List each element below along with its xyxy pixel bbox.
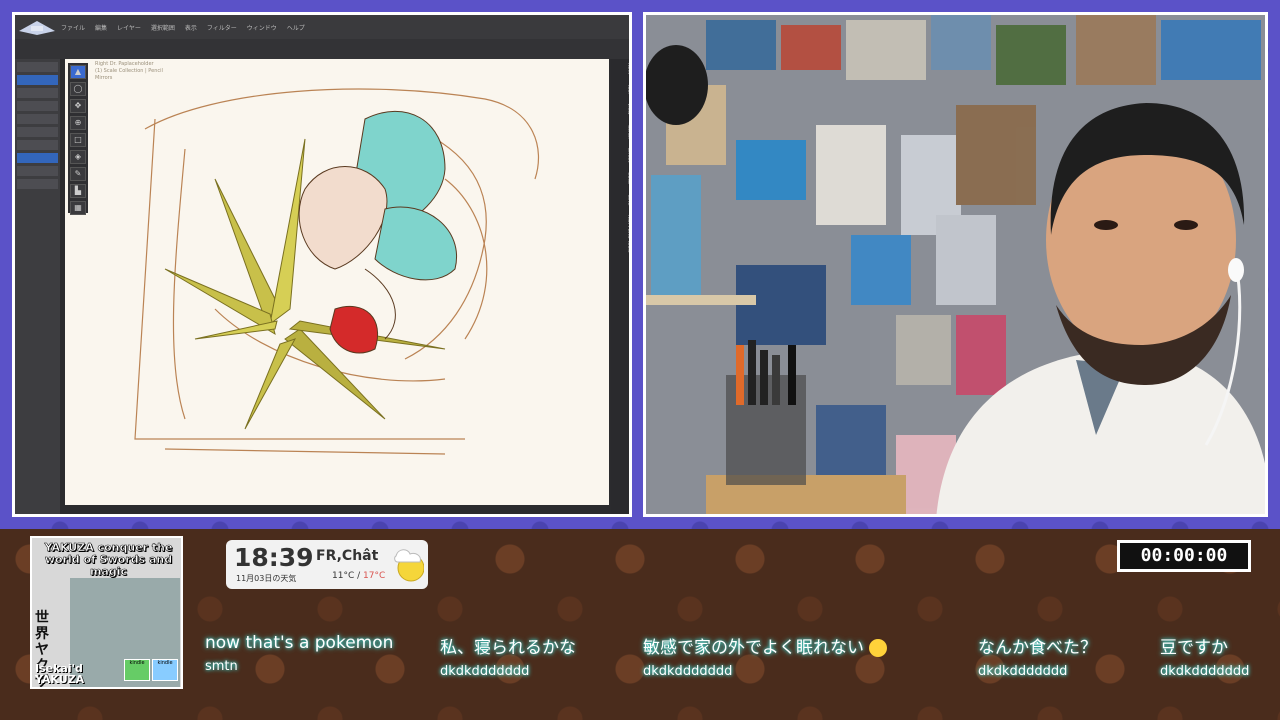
pen-tool[interactable]: ✎ xyxy=(70,167,86,181)
marker-cup xyxy=(726,340,806,485)
chat-user: dkdkddddddd xyxy=(440,664,530,679)
layer-row[interactable] xyxy=(17,114,58,124)
layer-row[interactable] xyxy=(17,88,58,98)
chat-text: now that's a pokemon xyxy=(205,633,394,653)
book-cover: YAKUZA conquer the world of Swords and m… xyxy=(30,536,183,689)
temp-separator: / xyxy=(357,571,361,581)
layer-row[interactable] xyxy=(17,101,58,111)
tool-palette: ▲ ◯ ✥ ⊕ □ ◈ ✎ ▙ ▦ xyxy=(68,63,88,215)
sketch-drawing xyxy=(134,88,540,455)
chat-text-row: 敏感で家の外でよく眠れない xyxy=(643,633,888,658)
cloudy-moon-icon xyxy=(394,549,424,582)
weather-city: FR,Chât xyxy=(316,548,379,564)
frame-tool[interactable]: □ xyxy=(70,133,86,147)
kindle-badge: kindle xyxy=(124,659,150,681)
temp-high: 17°C xyxy=(363,571,386,581)
menu-window[interactable]: ウィンドウ xyxy=(247,23,277,32)
cover-title: YAKUZA conquer the world of Swords and m… xyxy=(44,541,173,578)
weather-date: 11月03日の天気 xyxy=(236,574,297,583)
clock-time: 18:39 xyxy=(234,543,314,572)
menu-file[interactable]: ファイル xyxy=(61,23,85,32)
layer-row[interactable] xyxy=(17,179,58,189)
lasso-tool[interactable]: ◯ xyxy=(70,82,86,96)
move-tool[interactable]: ✥ xyxy=(70,99,86,113)
clock-weather-widget: 18:39 FR,Chât 11月03日の天気 11°C / 17°C xyxy=(226,540,428,589)
chat-text: なんか食べた？ xyxy=(978,638,1097,658)
fill-tool[interactable]: ▙ xyxy=(70,184,86,198)
chat-message: 豆ですか dkdkddddddd xyxy=(1160,633,1249,693)
menu-layer[interactable]: レイヤー xyxy=(117,23,141,32)
chat-text: 豆ですか xyxy=(1160,638,1228,658)
chat-user: smtn xyxy=(205,659,238,674)
layer-row-selected[interactable] xyxy=(17,153,58,163)
weather-temps: 11°C / 17°C xyxy=(332,571,385,581)
cover-subtitle-line: YAKUZA xyxy=(35,673,85,686)
gradient-tool[interactable]: ▦ xyxy=(70,201,86,215)
eyedropper-tool[interactable]: ◈ xyxy=(70,150,86,164)
chat-message: 私、寝られるかな dkdkddddddd xyxy=(440,633,576,693)
kindle-badge: kindle xyxy=(152,659,178,681)
app-menubar: ファイル 編集 レイヤー 選択範囲 表示 フィルター ウィンドウ ヘルプ xyxy=(15,15,629,39)
temp-low: 11°C xyxy=(332,571,355,581)
layer-row[interactable] xyxy=(17,62,58,72)
menu-filter[interactable]: フィルター xyxy=(207,23,237,32)
app-toolbar xyxy=(15,39,629,59)
layer-row[interactable] xyxy=(17,127,58,137)
chat-user: dkdkddddddd xyxy=(1160,664,1250,679)
menu-help[interactable]: ヘルプ xyxy=(287,23,305,32)
chat-user: dkdkddddddd xyxy=(978,664,1068,679)
tab-item[interactable]: Item xyxy=(626,63,629,74)
chat-user: dkdkddddddd xyxy=(643,664,733,679)
tab-view[interactable]: View xyxy=(626,103,629,115)
layer-row-selected[interactable] xyxy=(17,75,58,85)
chat-text: 私、寝られるかな xyxy=(440,638,576,658)
chat-message: なんか食べた？ dkdkddddddd xyxy=(978,633,1097,693)
tab-tool[interactable]: Tool xyxy=(626,84,629,94)
right-side-tabs: Item Tool View Scroll Effect Color Line … xyxy=(611,59,629,514)
chat-message: 敏感で家の外でよく眠れない dkdkddddddd xyxy=(643,633,888,693)
chat-text: 敏感で家の外でよく眠れない xyxy=(643,638,864,658)
timer-value: 00:00:00 xyxy=(1120,543,1248,569)
layer-row[interactable] xyxy=(17,166,58,176)
stream-timer: 00:00:00 xyxy=(1117,540,1251,572)
tab-color[interactable]: Color xyxy=(626,172,629,185)
zoom-tool[interactable]: ⊕ xyxy=(70,116,86,130)
layer-row[interactable] xyxy=(17,140,58,150)
select-tool[interactable]: ▲ xyxy=(70,65,86,79)
screen-share-panel: ファイル 編集 レイヤー 選択範囲 表示 フィルター ウィンドウ ヘルプ Rig… xyxy=(12,12,632,517)
menu-select[interactable]: 選択範囲 xyxy=(151,23,175,32)
webcam-panel xyxy=(643,12,1268,517)
menu-edit[interactable]: 編集 xyxy=(95,23,107,32)
tab-noppers[interactable]: NOPPERS Tools xyxy=(626,215,629,252)
app-logo-icon xyxy=(19,21,55,35)
crying-face-icon xyxy=(869,639,888,657)
menu-view[interactable]: 表示 xyxy=(185,23,197,32)
drawing-canvas[interactable]: Right Dr. Paplaceholder (1) Scale Collec… xyxy=(65,59,609,505)
layer-panel xyxy=(15,59,60,514)
webcam-image xyxy=(646,15,1265,514)
cover-subtitle: Isekai'd YAKUZA xyxy=(35,663,84,685)
microphone xyxy=(646,45,708,125)
chat-message: now that's a pokemon smtn xyxy=(205,633,393,693)
tab-effect[interactable]: Effect xyxy=(626,148,629,162)
tab-scroll[interactable]: Scroll xyxy=(626,125,629,139)
tab-line[interactable]: Line xyxy=(626,195,629,205)
character-figure xyxy=(298,110,457,354)
